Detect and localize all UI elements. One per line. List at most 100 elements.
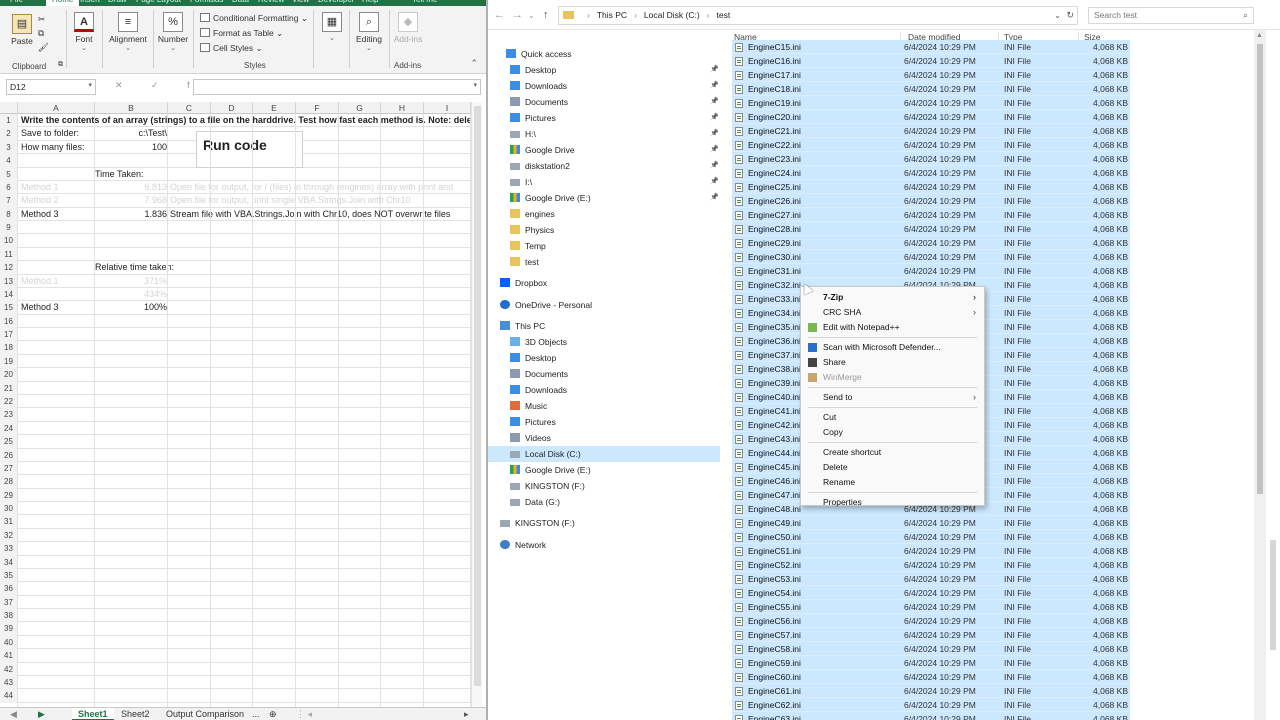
- ribbon-tab-draw[interactable]: Draw: [108, 0, 127, 4]
- sheet-tab-sheet1[interactable]: Sheet1: [72, 708, 114, 720]
- row-header[interactable]: 35: [0, 568, 18, 583]
- nav-item-onedrive-personal[interactable]: OneDrive - Personal: [488, 297, 592, 313]
- font-button[interactable]: A Font ⌄: [72, 12, 96, 52]
- nav-item-i[interactable]: I:\ 📌: [488, 174, 719, 190]
- refresh-icon[interactable]: ↻: [1066, 7, 1074, 24]
- file-row[interactable]: EngineC62.ini 6/4/2024 10:29 PM INI File 4,…: [732, 698, 1130, 712]
- ribbon-tab-help[interactable]: Help: [362, 0, 378, 4]
- column-header-e[interactable]: E: [253, 102, 296, 114]
- back-icon[interactable]: ←: [494, 9, 505, 21]
- cell-a2[interactable]: Save to folder:: [21, 127, 79, 140]
- up-icon[interactable]: ↑: [543, 9, 549, 21]
- file-row[interactable]: EngineC15.ini 6/4/2024 10:29 PM INI File 4,…: [732, 40, 1130, 54]
- run-code-button[interactable]: Run code: [196, 131, 303, 168]
- row-header[interactable]: 28: [0, 475, 18, 489]
- row-header[interactable]: 18: [0, 341, 18, 355]
- nav-item-network[interactable]: Network: [488, 537, 546, 553]
- row-header[interactable]: 34: [0, 555, 18, 569]
- file-row[interactable]: EngineC26.ini 6/4/2024 10:29 PM INI File 4,…: [732, 194, 1130, 208]
- nav-item-google-drive-e[interactable]: Google Drive (E:) 📌: [488, 190, 719, 206]
- ribbon-tab-developer[interactable]: Developer: [318, 0, 354, 4]
- cell-b7[interactable]: 7.968: [95, 194, 167, 207]
- file-row[interactable]: EngineC28.ini 6/4/2024 10:29 PM INI File 4,…: [732, 222, 1130, 236]
- address-bar[interactable]: › This PC › Local Disk (C:) › test ⌄ ↻: [558, 6, 1078, 25]
- nav-item-engines[interactable]: engines: [488, 206, 555, 222]
- row-header[interactable]: 4: [0, 154, 18, 168]
- add-sheet-icon[interactable]: ⊕: [263, 708, 283, 720]
- row-header[interactable]: 37: [0, 595, 18, 610]
- cell-b14[interactable]: 434%: [95, 288, 167, 301]
- cell-b2[interactable]: c:\Test\: [95, 127, 167, 140]
- menu-item-edit-with-notepad[interactable]: Edit with Notepad++: [801, 320, 984, 335]
- column-header-a[interactable]: A: [18, 102, 95, 114]
- row-header[interactable]: 33: [0, 542, 18, 556]
- column-header-g[interactable]: G: [339, 102, 381, 114]
- row-header[interactable]: 42: [0, 662, 18, 676]
- column-header-f[interactable]: F: [296, 102, 339, 114]
- file-row[interactable]: EngineC16.ini 6/4/2024 10:29 PM INI File 4,…: [732, 54, 1130, 68]
- row-header[interactable]: 22: [0, 394, 18, 409]
- menu-item-create-shortcut[interactable]: Create shortcut: [801, 445, 984, 460]
- sheet-tab-sheet2[interactable]: Sheet2: [115, 708, 156, 720]
- row-header[interactable]: 16: [0, 314, 18, 329]
- cut-icon[interactable]: ✂: [38, 14, 45, 25]
- menu-item-7-zip[interactable]: 7-Zip ›: [801, 290, 984, 305]
- forward-icon[interactable]: →: [512, 9, 523, 21]
- ribbon-tab-view[interactable]: View: [292, 0, 309, 4]
- row-header[interactable]: 1: [0, 114, 18, 128]
- cell-styles-button[interactable]: Cell Styles ⌄: [200, 43, 263, 54]
- row-header[interactable]: 38: [0, 609, 18, 623]
- file-row[interactable]: EngineC55.ini 6/4/2024 10:29 PM INI File 4,…: [732, 600, 1130, 614]
- ribbon-tab-insert[interactable]: Insert: [80, 0, 100, 4]
- sheet-tab-output-comparison[interactable]: Output Comparison: [160, 708, 250, 720]
- row-header[interactable]: 8: [0, 207, 18, 222]
- nav-item-documents[interactable]: Documents 📌: [488, 94, 719, 110]
- row-header[interactable]: 6: [0, 180, 18, 195]
- menu-item-copy[interactable]: Copy: [801, 425, 984, 440]
- horizontal-scroll-left-icon[interactable]: ⋮ ◂: [290, 708, 318, 720]
- excel-vertical-scrollbar[interactable]: [471, 102, 482, 707]
- ribbon-tab-formulas[interactable]: Formulas: [190, 0, 223, 4]
- nav-item-kingston-f[interactable]: KINGSTON (F:): [488, 478, 585, 494]
- row-header[interactable]: 13: [0, 274, 18, 288]
- format-painter-icon[interactable]: 🖌: [38, 42, 49, 53]
- nav-item-google-drive[interactable]: Google Drive 📌: [488, 142, 719, 158]
- cell-b3[interactable]: 100: [95, 141, 167, 154]
- paste-button[interactable]: ▤ Paste: [8, 14, 36, 46]
- row-header[interactable]: 19: [0, 354, 18, 369]
- add-ins-button[interactable]: ◆ Add-ins: [392, 12, 424, 44]
- cell-a7[interactable]: Method 2: [21, 194, 59, 207]
- dialog-launcher-icon[interactable]: ⧉: [58, 61, 63, 69]
- row-header[interactable]: 12: [0, 261, 18, 275]
- file-row[interactable]: EngineC54.ini 6/4/2024 10:29 PM INI File 4,…: [732, 586, 1130, 600]
- cells-button[interactable]: ▦ ⌄: [318, 12, 346, 42]
- file-row[interactable]: EngineC29.ini 6/4/2024 10:29 PM INI File 4,…: [732, 236, 1130, 250]
- breadcrumb-local-disk[interactable]: Local Disk (C:): [644, 10, 700, 20]
- menu-item-share[interactable]: Share: [801, 355, 984, 370]
- file-row[interactable]: EngineC63.ini 6/4/2024 10:29 PM INI File 4,…: [732, 712, 1130, 720]
- cell-a15[interactable]: Method 3: [21, 301, 59, 314]
- menu-item-crc-sha[interactable]: CRC SHA ›: [801, 305, 984, 320]
- nav-item-diskstation2[interactable]: diskstation2 📌: [488, 158, 719, 174]
- nav-item-videos[interactable]: Videos: [488, 430, 551, 446]
- menu-item-delete[interactable]: Delete: [801, 460, 984, 475]
- row-header[interactable]: 2: [0, 127, 18, 141]
- cell-b13[interactable]: 371%: [95, 275, 167, 288]
- row-header[interactable]: 26: [0, 448, 18, 462]
- row-header[interactable]: 17: [0, 328, 18, 342]
- column-header-b[interactable]: B: [95, 102, 168, 114]
- row-header[interactable]: 21: [0, 381, 18, 395]
- file-row[interactable]: EngineC27.ini 6/4/2024 10:29 PM INI File 4,…: [732, 208, 1130, 222]
- row-header[interactable]: 44: [0, 689, 18, 703]
- row-header[interactable]: 36: [0, 582, 18, 596]
- scroll-thumb[interactable]: [474, 106, 481, 686]
- horizontal-scroll-right-icon[interactable]: ▸: [458, 708, 475, 720]
- file-row[interactable]: EngineC24.ini 6/4/2024 10:29 PM INI File 4,…: [732, 166, 1130, 180]
- file-row[interactable]: EngineC51.ini 6/4/2024 10:29 PM INI File 4,…: [732, 544, 1130, 558]
- nav-item-h[interactable]: H:\ 📌: [488, 126, 719, 142]
- file-row[interactable]: EngineC31.ini 6/4/2024 10:29 PM INI File 4,…: [732, 264, 1130, 278]
- row-header[interactable]: 29: [0, 488, 18, 503]
- row-header[interactable]: 27: [0, 461, 18, 476]
- file-row[interactable]: EngineC21.ini 6/4/2024 10:29 PM INI File 4,…: [732, 124, 1130, 138]
- nav-item-documents[interactable]: Documents: [488, 366, 568, 382]
